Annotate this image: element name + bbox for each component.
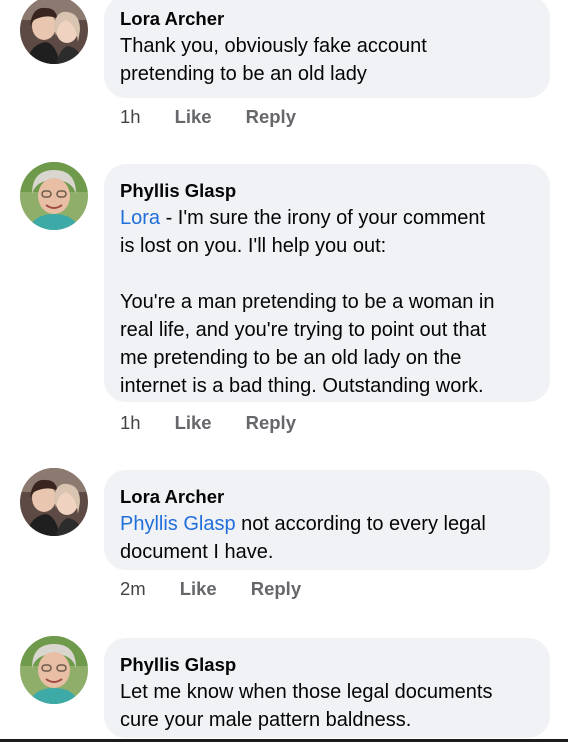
mention-link[interactable]: Phyllis Glasp (120, 513, 236, 535)
mention-link[interactable]: Lora (120, 207, 160, 229)
comment-bubble: Lora Archer Phyllis Glasp not according … (104, 470, 550, 570)
comment-text: Phyllis Glasp not according to every leg… (120, 510, 534, 566)
comment-timestamp[interactable]: 2m (120, 578, 146, 600)
lora-archer-avatar-icon (20, 468, 88, 536)
comment-bubble: Phyllis Glasp Let me know when those leg… (104, 638, 550, 738)
comment-text-line: cure your male pattern baldness. (120, 709, 412, 731)
reply-button[interactable]: Reply (246, 412, 296, 434)
reply-button[interactable]: Reply (246, 106, 296, 128)
comment-bubble: Lora Archer Thank you, obviously fake ac… (104, 0, 550, 98)
avatar[interactable] (20, 162, 88, 230)
comment-text-line: pretending to be an old lady (120, 63, 367, 85)
comment-bubble: Phyllis Glasp Lora - I'm sure the irony … (104, 164, 550, 402)
comment-text-line: is lost on you. I'll help you out: (120, 235, 387, 257)
comment-actions: 2m Like Reply (120, 578, 301, 600)
like-button[interactable]: Like (180, 578, 217, 600)
like-button[interactable]: Like (175, 106, 212, 128)
like-button[interactable]: Like (175, 412, 212, 434)
comment-actions: 1h Like Reply (120, 412, 296, 434)
lora-archer-avatar-icon (20, 0, 88, 64)
comment-text: Let me know when those legal documents c… (120, 678, 534, 734)
comment-author[interactable]: Phyllis Glasp (120, 652, 534, 678)
comment-text-line: You're a man pretending to be a woman in (120, 291, 495, 313)
comment-text-line: Thank you, obviously fake account (120, 35, 427, 57)
comment-text-line: Let me know when those legal documents (120, 681, 493, 703)
comment-thread: { "comments": [ { "author": "Lora Archer… (0, 0, 568, 742)
comment-text-line: internet is a bad thing. Outstanding wor… (120, 375, 484, 397)
avatar[interactable] (20, 636, 88, 704)
avatar[interactable] (20, 468, 88, 536)
comment-text: Thank you, obviously fake account preten… (120, 32, 534, 88)
avatar[interactable] (20, 0, 88, 64)
comment-text-line: - I'm sure the irony of your comment (160, 207, 486, 229)
comment-text-line: real life, and you're trying to point ou… (120, 319, 487, 341)
comment-text-line: me pretending to be an old lady on the (120, 347, 462, 369)
comment-author[interactable]: Lora Archer (120, 484, 534, 510)
phyllis-glasp-avatar-icon (20, 162, 88, 230)
comment-author[interactable]: Phyllis Glasp (120, 178, 534, 204)
comment-text-line: not according to every legal (235, 513, 486, 535)
comment-author[interactable]: Lora Archer (120, 6, 534, 32)
reply-button[interactable]: Reply (251, 578, 301, 600)
comment-timestamp[interactable]: 1h (120, 412, 141, 434)
comment-actions: 1h Like Reply (120, 106, 296, 128)
comment-timestamp[interactable]: 1h (120, 106, 141, 128)
comment-text: Lora - I'm sure the irony of your commen… (120, 204, 534, 400)
comment-text-line: document I have. (120, 541, 274, 563)
phyllis-glasp-avatar-icon (20, 636, 88, 704)
